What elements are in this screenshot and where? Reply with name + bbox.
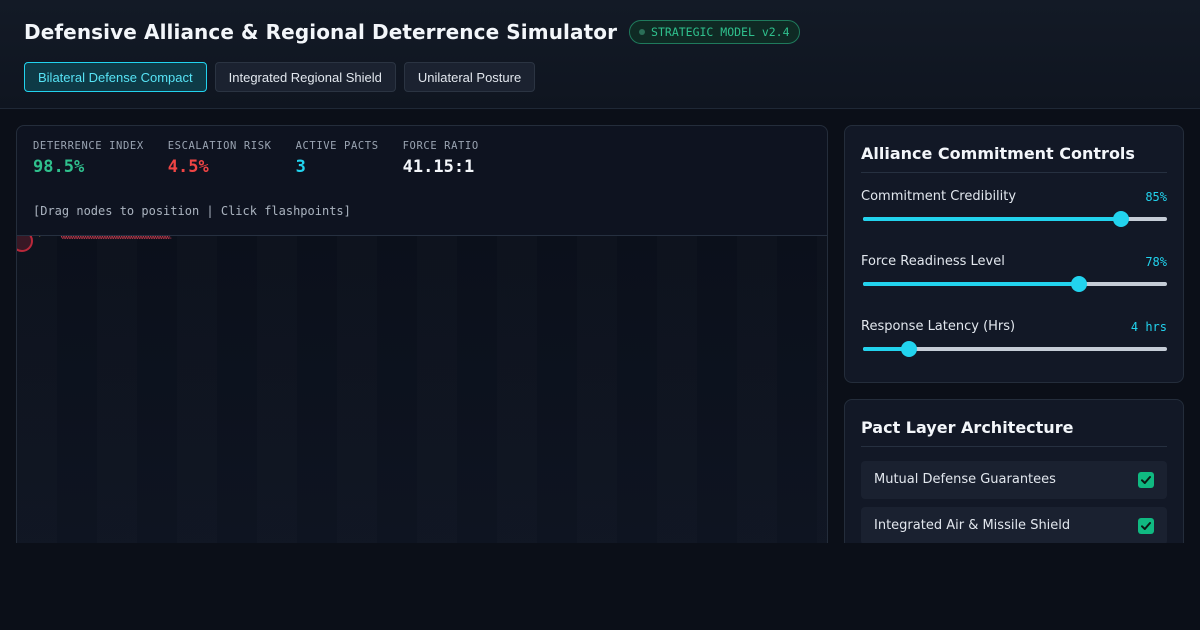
slider-track[interactable] (863, 276, 1167, 292)
metric-force-ratio: FORCE RATIO 41.15:1 (403, 140, 479, 177)
divider (861, 172, 1167, 173)
slider-value: 78% (1145, 255, 1167, 269)
slider-thumb[interactable] (1070, 276, 1087, 292)
pact-label: Mutual Defense Guarantees (874, 472, 1056, 487)
tab-bilateral-defense-compact[interactable]: Bilateral Defense Compact (24, 62, 207, 92)
slider-label: Commitment Credibility (861, 189, 1017, 204)
slider-track[interactable] (863, 211, 1167, 227)
pact-layer-architecture: Pact Layer Architecture Mutual Defense G… (844, 399, 1184, 559)
metric-deterrence-index: DETERRENCE INDEX 98.5% (33, 140, 144, 177)
pact-item-mutual-defense[interactable]: Mutual Defense Guarantees (861, 461, 1167, 499)
slider-label: Response Latency (Hrs) (861, 319, 1016, 334)
slider-thumb[interactable] (900, 341, 917, 357)
metric-label: ESCALATION RISK (167, 140, 272, 152)
metric-label: ACTIVE PACTS (295, 140, 379, 152)
checkmark-icon (1141, 522, 1151, 530)
controls-title: Alliance Commitment Controls (861, 144, 1135, 163)
metric-value: 41.15:1 (402, 157, 475, 177)
viewport-bottom-area (0, 543, 1200, 630)
slider-fill (863, 217, 1122, 221)
slider-thumb[interactable] (1113, 211, 1130, 227)
metric-label: DETERRENCE INDEX (33, 140, 144, 152)
slider-commitment-credibility: Commitment Credibility 85% (861, 189, 1167, 229)
slider-value: 85% (1145, 190, 1167, 204)
slider-force-readiness: Force Readiness Level 78% (861, 254, 1167, 294)
title-row: Defensive Alliance & Regional Deterrence… (24, 18, 800, 46)
version-badge: STRATEGIC MODEL v2.4 (629, 20, 800, 44)
pact-item-air-missile-shield[interactable]: Integrated Air & Missile Shield (861, 507, 1167, 545)
alliance-commitment-controls: Alliance Commitment Controls Commitment … (844, 125, 1184, 383)
checkbox[interactable] (1138, 472, 1154, 488)
scenario-tabs: Bilateral Defense Compact Integrated Reg… (24, 62, 543, 92)
metric-active-pacts: ACTIVE PACTS 3 (296, 140, 379, 177)
checkmark-icon (1141, 476, 1151, 484)
metric-value: 4.5% (167, 157, 209, 177)
app-header: Defensive Alliance & Regional Deterrence… (0, 0, 1200, 109)
slider-value: 4 hrs (1130, 320, 1167, 334)
app-title: Defensive Alliance & Regional Deterrence… (24, 20, 618, 44)
metric-escalation-risk: ESCALATION RISK 4.5% (168, 140, 272, 177)
version-badge-label: STRATEGIC MODEL v2.4 (651, 25, 790, 39)
status-dot-icon (639, 29, 646, 35)
tab-unilateral-posture[interactable]: Unilateral Posture (403, 62, 536, 92)
divider (861, 446, 1167, 447)
metric-label: FORCE RATIO (402, 140, 479, 152)
tab-integrated-regional-shield[interactable]: Integrated Regional Shield (214, 62, 396, 92)
checkbox[interactable] (1138, 518, 1154, 534)
pact-label: Integrated Air & Missile Shield (874, 518, 1071, 533)
simulation-canvas[interactable]: ⚡ ▒▒▒▒▒▒▒▒▒▒▒▒▒▒▒ ▒▒▒▒▒▒▒▒▒▒▒▒▒▒▒ (17, 235, 827, 543)
slider-track[interactable] (863, 341, 1167, 357)
flashpoint-node[interactable] (17, 236, 33, 252)
metric-value: 98.5% (33, 157, 85, 177)
metrics-bar: DETERRENCE INDEX 98.5% ESCALATION RISK 4… (33, 140, 503, 177)
node-label-overlap: ▒▒▒▒▒▒▒▒▒▒▒▒▒▒▒ (63, 236, 171, 239)
pacts-title: Pact Layer Architecture (861, 418, 1074, 437)
simulation-panel: DETERRENCE INDEX 98.5% ESCALATION RISK 4… (16, 125, 828, 543)
slider-response-latency: Response Latency (Hrs) 4 hrs (861, 319, 1167, 359)
lightning-bolt-icon: ⚡ (38, 236, 46, 240)
slider-fill (863, 282, 1079, 286)
slider-label: Force Readiness Level (861, 254, 1005, 269)
metric-value: 3 (295, 157, 306, 177)
canvas-hint: [Drag nodes to position | Click flashpoi… (33, 204, 351, 218)
